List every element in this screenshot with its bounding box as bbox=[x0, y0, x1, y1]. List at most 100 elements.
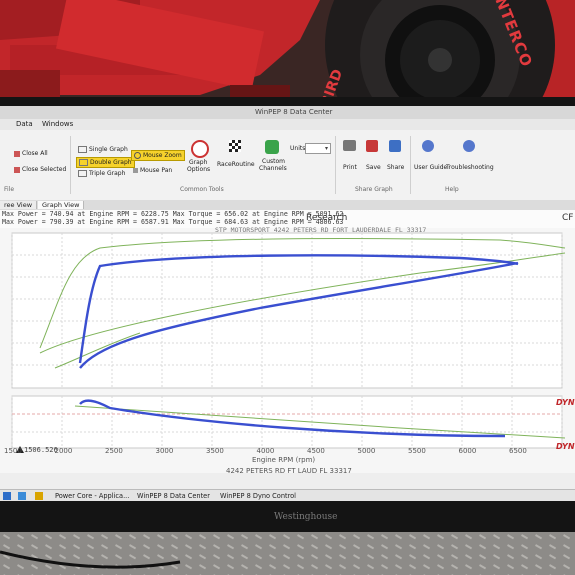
graph-options-icon bbox=[191, 140, 209, 158]
single-graph-label: Single Graph bbox=[89, 146, 128, 153]
x-tick-label: 2500 bbox=[105, 447, 123, 455]
cf-label: CF bbox=[562, 213, 574, 223]
x-tick-label: 2000 bbox=[54, 447, 73, 455]
custom-channels-icon bbox=[265, 140, 279, 154]
ribbon-divider-2 bbox=[335, 136, 336, 194]
ribbon-divider-3 bbox=[410, 136, 411, 194]
footer-address: 4242 PETERS RD FT LAUD FL 33317 bbox=[226, 467, 352, 475]
help-group-label: Help bbox=[445, 186, 459, 193]
tab-tree-view[interactable]: ree View bbox=[0, 201, 38, 209]
close-selected-button[interactable]: Close Selected bbox=[14, 166, 66, 173]
close-selected-icon bbox=[14, 166, 20, 173]
dyno-graph-svg bbox=[11, 232, 566, 453]
single-graph-icon bbox=[78, 146, 87, 153]
share-icon bbox=[389, 140, 401, 152]
mouse-zoom-button[interactable]: Mouse Zoom bbox=[131, 150, 185, 161]
x-tick-label: 4500 bbox=[307, 447, 325, 455]
mouse-zoom-label: Mouse Zoom bbox=[143, 152, 182, 159]
double-graph-label: Double Graph bbox=[90, 159, 132, 166]
menu-data[interactable]: Data bbox=[16, 120, 33, 128]
dyno-mark-top: DYN bbox=[556, 398, 575, 407]
x-tick-label: 1500 bbox=[4, 447, 22, 455]
close-all-button[interactable]: Close All bbox=[14, 150, 48, 157]
mouse-pan-label: Mouse Pan bbox=[140, 167, 173, 174]
graph-header-info: STP MOTORSPORT 4242 PETERS RD FORT LAUDE… bbox=[215, 226, 427, 234]
triple-graph-icon bbox=[78, 170, 87, 177]
ribbon-divider bbox=[70, 136, 71, 194]
single-graph-button[interactable]: Single Graph bbox=[78, 146, 128, 153]
print-button[interactable]: Print bbox=[340, 138, 360, 178]
printer-icon bbox=[343, 140, 356, 151]
x-tick-label: 3500 bbox=[206, 447, 224, 455]
graph-options-button[interactable]: Graph Options bbox=[185, 138, 213, 178]
file-group-label: File bbox=[4, 186, 15, 193]
chevron-down-icon: ▾ bbox=[324, 145, 328, 152]
taskbar-item-power-core[interactable]: Power Core - Applica... bbox=[55, 492, 129, 500]
lower-plot-area bbox=[11, 395, 563, 449]
triple-graph-button[interactable]: Triple Graph bbox=[78, 170, 125, 177]
legend-run-1: Max Power = 740.94 at Engine RPM = 6228.… bbox=[2, 210, 344, 218]
close-all-label: Close All bbox=[22, 150, 48, 157]
units-label: Units bbox=[290, 145, 306, 152]
taskbar-item-data-center[interactable]: WinPEP 8 Data Center bbox=[137, 492, 210, 500]
units-dropdown[interactable]: ▾ bbox=[305, 143, 331, 154]
window-title: WinPEP 8 Data Center bbox=[255, 108, 333, 116]
close-all-icon bbox=[14, 150, 20, 157]
double-graph-button[interactable]: Double Graph bbox=[76, 157, 135, 168]
raceroutine-button[interactable]: RaceRoutine bbox=[217, 138, 255, 178]
graph-panel: STP MOTORSPORT 4242 PETERS RD FORT LAUDE… bbox=[0, 226, 575, 473]
share-graph-group-label: Share Graph bbox=[355, 186, 393, 193]
mouse-zoom-icon bbox=[134, 152, 141, 159]
graph-options-label-2: Options bbox=[187, 166, 211, 173]
x-tick-label: 6500 bbox=[509, 447, 527, 455]
x-tick-label: 3000 bbox=[155, 447, 174, 455]
start-icon[interactable] bbox=[3, 492, 11, 500]
menu-windows[interactable]: Windows bbox=[42, 120, 73, 128]
app-window: WinPEP 8 Data Center Data Windows Close … bbox=[0, 106, 575, 501]
save-icon bbox=[366, 140, 378, 152]
share-button[interactable]: Share bbox=[385, 138, 407, 178]
troubleshooting-label: Troubleshooting bbox=[446, 164, 494, 171]
mouse-pan-button[interactable]: Mouse Pan bbox=[133, 167, 172, 174]
diamond-plate-floor bbox=[0, 532, 575, 575]
monitor-brand-logo: Westinghouse bbox=[274, 512, 338, 522]
menu-bar: Data Windows bbox=[0, 119, 575, 130]
raceroutine-label: RaceRoutine bbox=[217, 161, 255, 168]
troubleshooting-icon bbox=[463, 140, 475, 152]
save-button[interactable]: Save bbox=[363, 138, 383, 178]
custom-channels-label-2: Channels bbox=[259, 165, 287, 172]
ribbon: Close All Close Selected File Single Gra… bbox=[0, 130, 575, 201]
taskbar-app-icon[interactable] bbox=[35, 492, 43, 500]
x-tick-label: 6000 bbox=[458, 447, 477, 455]
custom-channels-label-1: Custom bbox=[262, 158, 285, 165]
tab-graph-view[interactable]: Graph View bbox=[38, 201, 85, 209]
taskbar: Power Core - Applica... WinPEP 8 Data Ce… bbox=[0, 489, 575, 501]
save-label: Save bbox=[366, 164, 381, 171]
legend-run-2: Max Power = 790.39 at Engine RPM = 6587.… bbox=[2, 218, 344, 226]
graph-options-label-1: Graph bbox=[189, 159, 208, 166]
troubleshooting-button[interactable]: Troubleshooting bbox=[446, 138, 494, 178]
x-tick-label: 5000 bbox=[357, 447, 376, 455]
checkered-flag-icon bbox=[229, 140, 241, 152]
x-tick-label: 4000 bbox=[256, 447, 275, 455]
photo-scene: INTERCO BIRD WinPEP 8 Data Center Data W… bbox=[0, 0, 575, 575]
user-guide-icon bbox=[422, 140, 434, 152]
custom-channels-button[interactable]: Custom Channels bbox=[259, 138, 287, 186]
view-tabs: ree View Graph View bbox=[0, 200, 575, 210]
taskbar-item-dyno-control[interactable]: WinPEP 8 Dyno Control bbox=[220, 492, 296, 500]
x-tick-label: 5500 bbox=[408, 447, 426, 455]
taskbar-app-icon[interactable] bbox=[18, 492, 26, 500]
close-selected-label: Close Selected bbox=[22, 166, 67, 173]
x-axis: 1500 2000 2500 3000 3500 4000 4500 5000 5500 6000… bbox=[0, 446, 575, 476]
research-label: Research bbox=[306, 213, 348, 223]
share-label: Share bbox=[387, 164, 405, 171]
print-label: Print bbox=[343, 164, 357, 171]
mouse-pan-icon bbox=[133, 168, 138, 173]
user-guide-button[interactable]: User Guide bbox=[412, 138, 448, 178]
user-guide-label: User Guide bbox=[414, 164, 448, 171]
title-bar: WinPEP 8 Data Center bbox=[0, 106, 575, 120]
double-graph-icon bbox=[79, 159, 88, 166]
common-tools-label: Common Tools bbox=[180, 186, 224, 193]
triple-graph-label: Triple Graph bbox=[89, 170, 126, 177]
x-axis-label: Engine RPM (rpm) bbox=[252, 456, 316, 464]
